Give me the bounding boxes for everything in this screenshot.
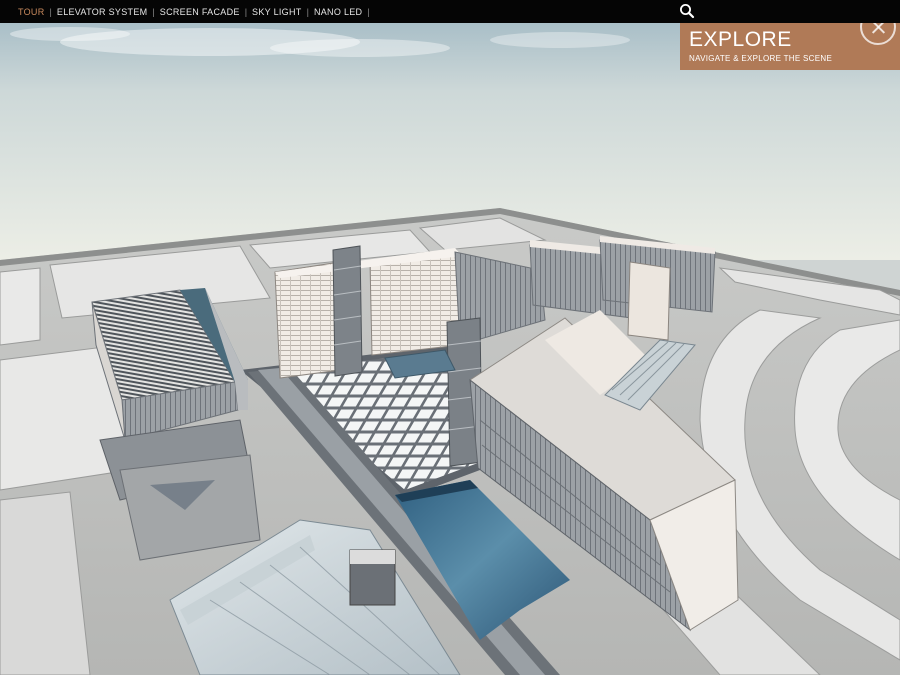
- tour-nav: TOUR | ELEVATOR SYSTEM | SCREEN FACADE |…: [0, 7, 375, 17]
- close-button[interactable]: [860, 23, 896, 45]
- nav-item-screen-facade[interactable]: SCREEN FACADE: [160, 7, 240, 17]
- search-button[interactable]: [678, 2, 696, 20]
- nav-item-tour[interactable]: TOUR: [18, 7, 45, 17]
- nav-separator: |: [306, 6, 309, 17]
- nav-item-elevator-system[interactable]: ELEVATOR SYSTEM: [57, 7, 148, 17]
- scene-render[interactable]: [0, 0, 900, 675]
- nav-separator: |: [49, 6, 52, 17]
- nav-separator: |: [244, 6, 248, 17]
- nav-separator: |: [367, 6, 370, 17]
- explore-panel[interactable]: EXPLORE NAVIGATE & EXPLORE THE SCENE: [680, 23, 900, 70]
- explore-title: EXPLORE: [689, 28, 792, 51]
- nav-separator: |: [152, 6, 155, 17]
- scene-viewport[interactable]: [0, 0, 900, 675]
- nav-item-nano-led[interactable]: NANO LED: [314, 7, 362, 17]
- top-navigation-bar: TOUR | ELEVATOR SYSTEM | SCREEN FACADE |…: [0, 0, 900, 23]
- search-icon: [680, 4, 695, 19]
- explore-subtitle: NAVIGATE & EXPLORE THE SCENE: [689, 54, 833, 63]
- nav-item-sky-light[interactable]: SKY LIGHT: [252, 7, 302, 17]
